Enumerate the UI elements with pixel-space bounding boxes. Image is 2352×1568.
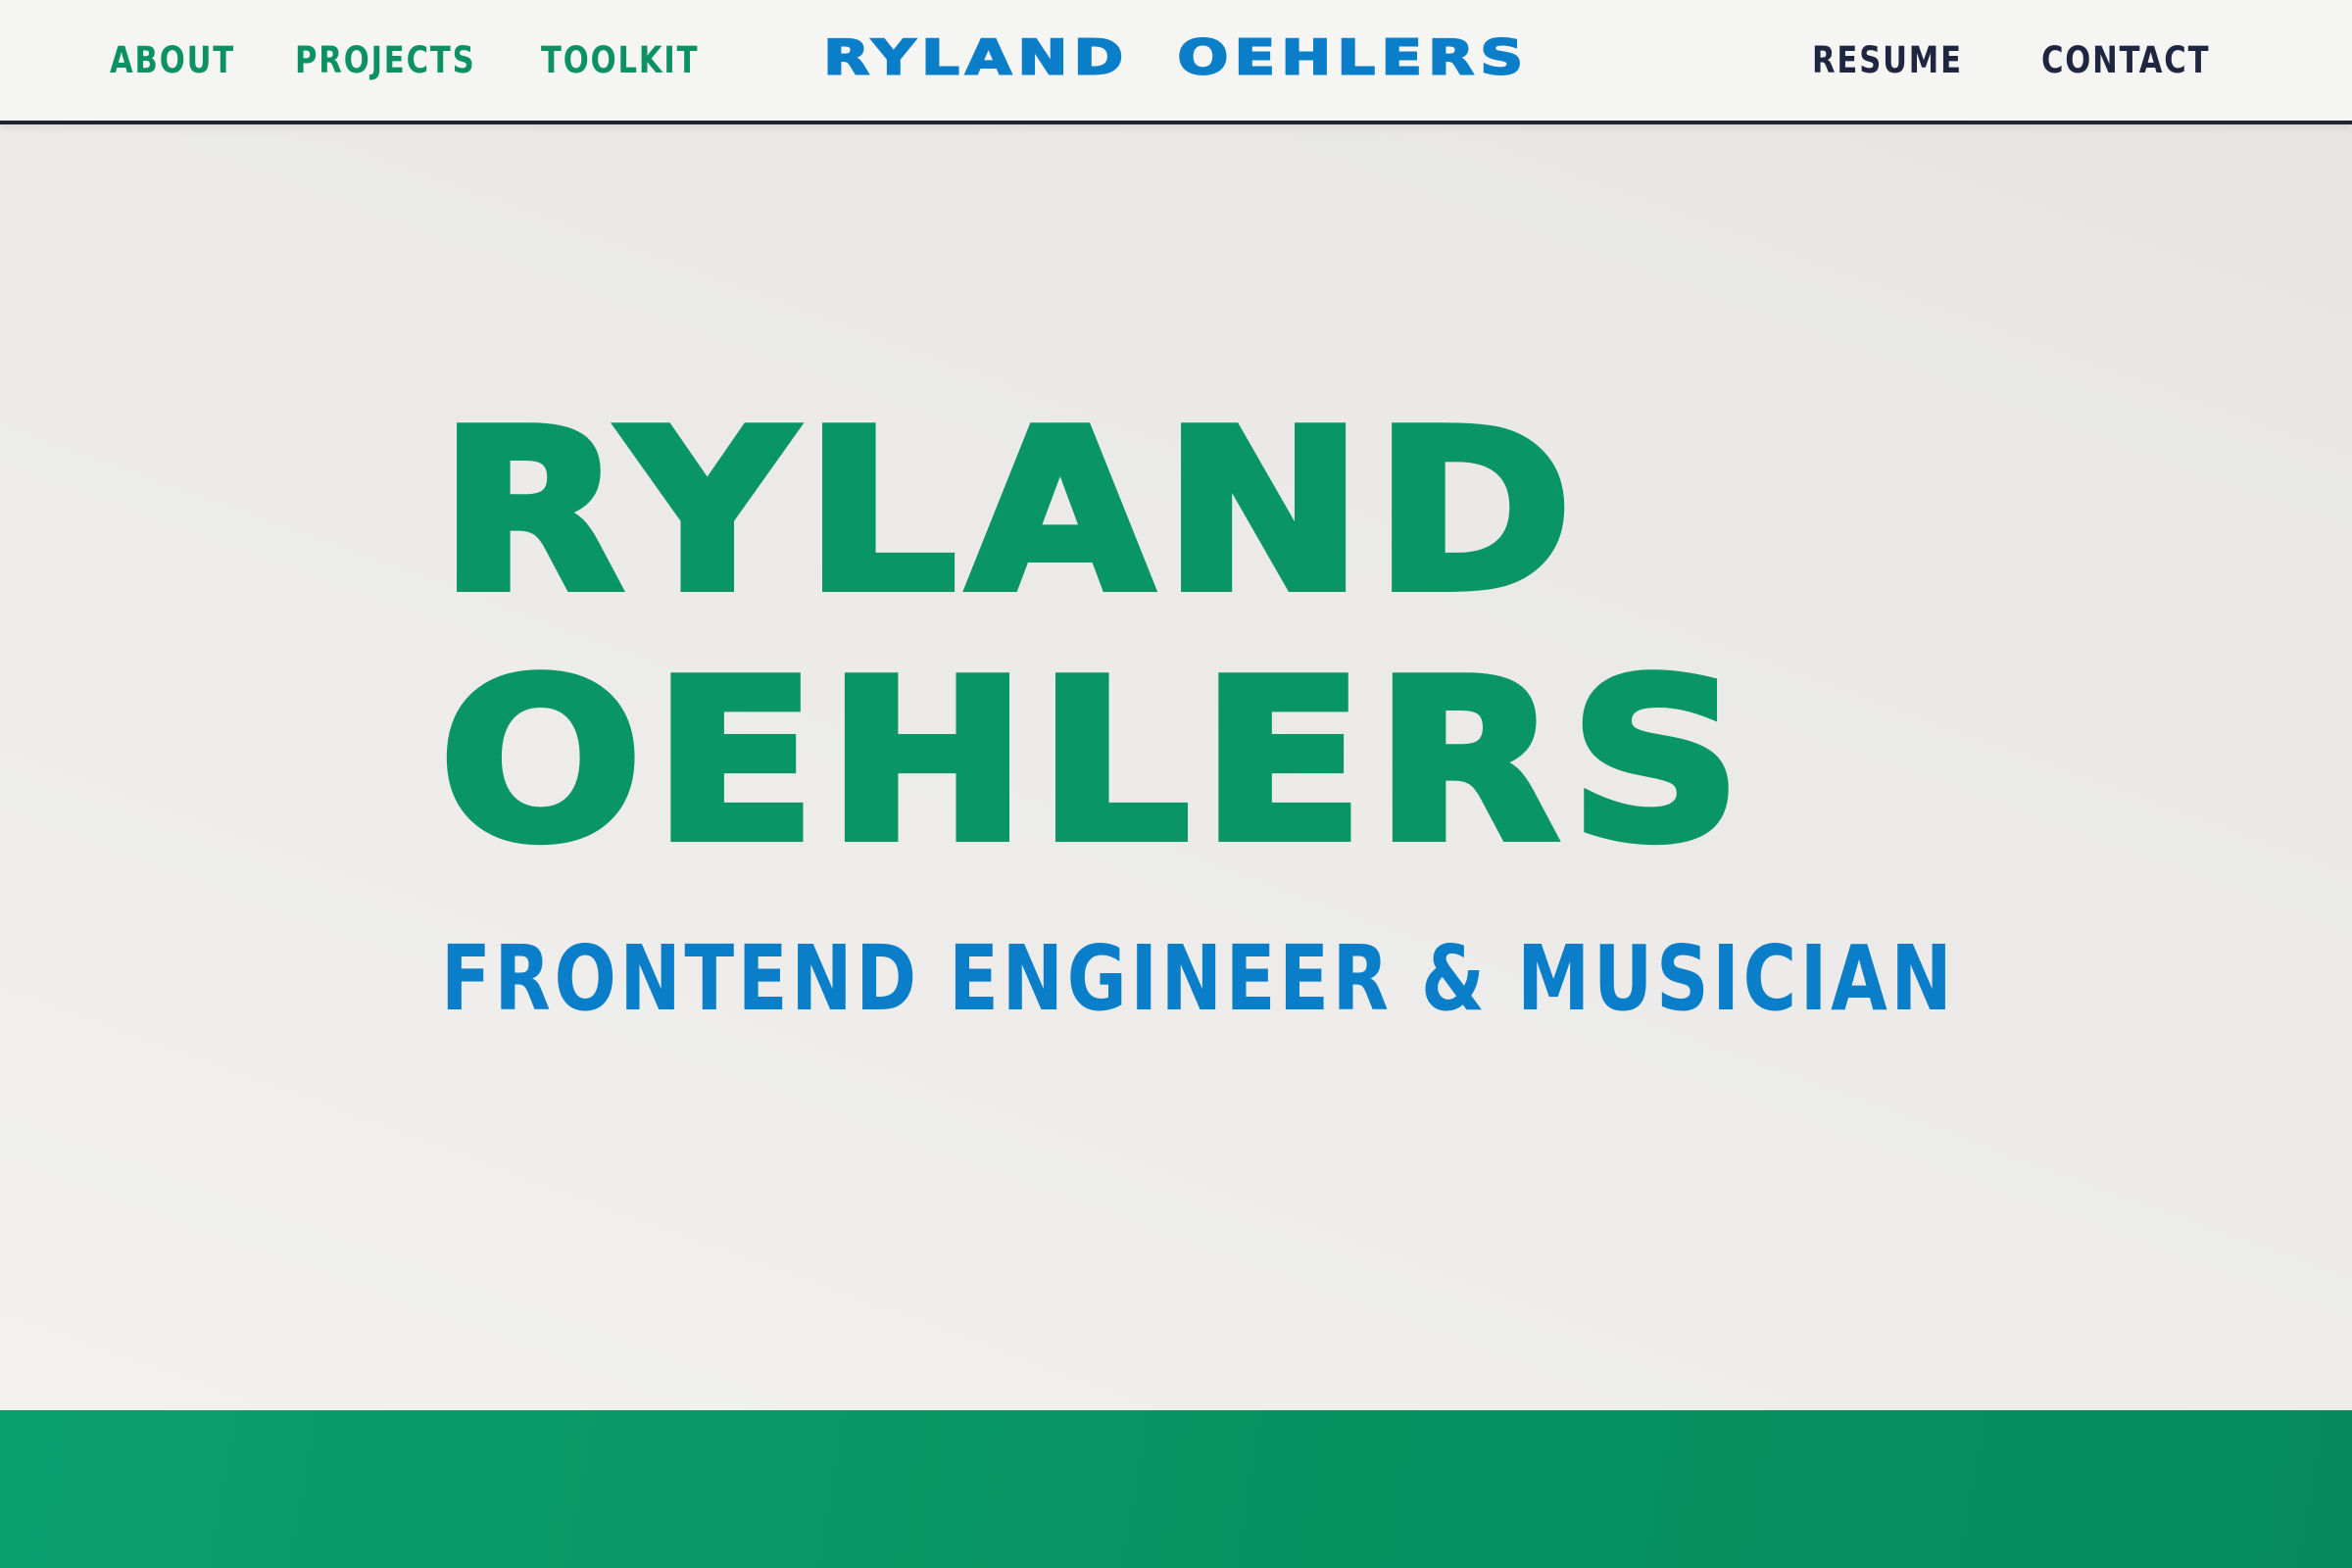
nav-contact-link[interactable]: CONTACT [2041, 39, 2210, 81]
brand-logo-link[interactable]: RYLAND OEHLERS [822, 29, 1529, 87]
top-navigation-bar: ABOUT PROJECTS TOOLKIT RYLAND OEHLERS RE… [0, 0, 2352, 124]
hero-title: RYLAND OEHLERS [435, 383, 1746, 891]
bottom-green-band [0, 1410, 2352, 1568]
nav-resume-link[interactable]: RESUME [1812, 39, 1963, 81]
hero-section: RYLAND OEHLERS [435, 383, 1746, 891]
hero-title-first-name: RYLAND [435, 383, 1584, 641]
hero-subtitle: FRONTEND ENGINEER & MUSICIAN [441, 926, 1956, 1031]
hero-title-last-name: OEHLERS [435, 633, 1753, 891]
secondary-nav: RESUME CONTACT [1812, 0, 2225, 121]
